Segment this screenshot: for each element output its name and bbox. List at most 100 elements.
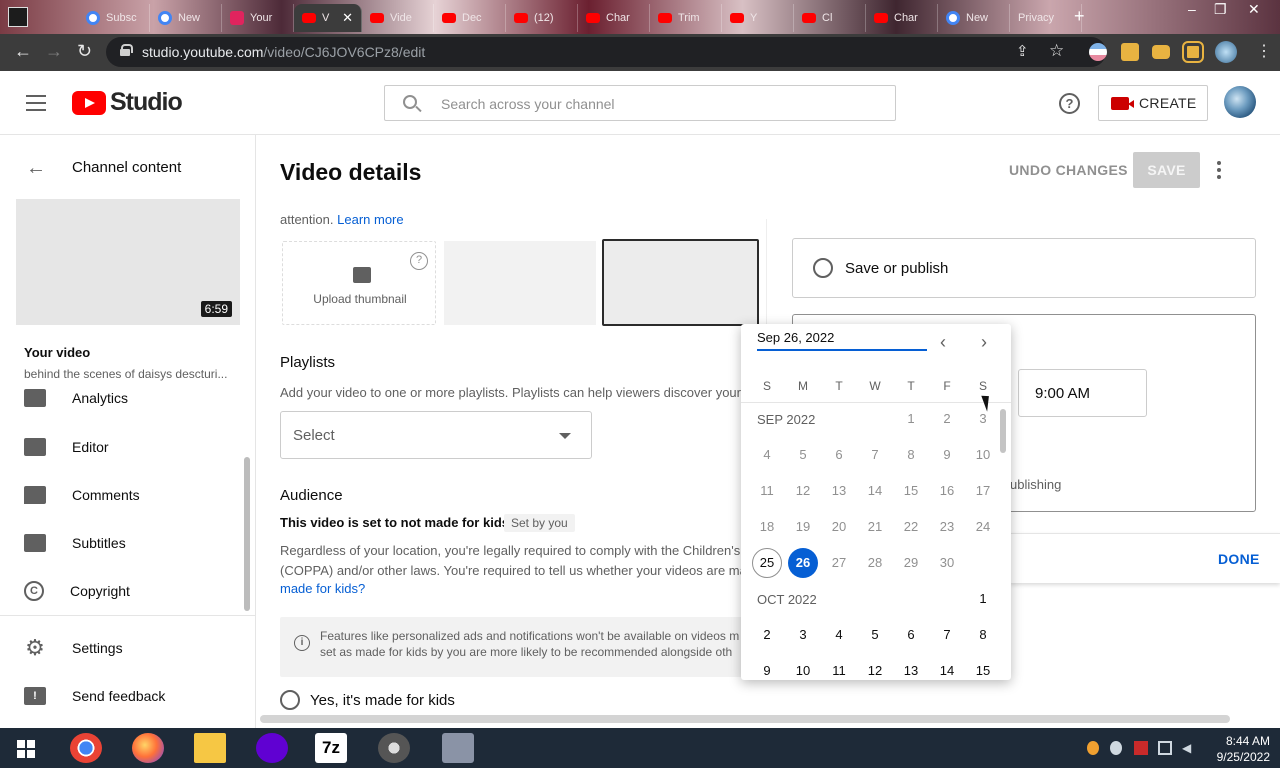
browser-tab[interactable]: Dec (434, 4, 506, 32)
chevron-right-icon[interactable]: › (981, 332, 987, 353)
time-select[interactable]: 9:00 AM (1018, 369, 1147, 417)
calendar-day[interactable]: 21 (860, 512, 890, 542)
extension-flag-icon[interactable] (1089, 43, 1107, 61)
browser-tab[interactable]: Subsc (78, 4, 150, 32)
made-for-kids-link[interactable]: made for kids? (280, 581, 365, 596)
calendar-day[interactable]: 8 (896, 440, 926, 470)
calendar-day[interactable]: 14 (932, 656, 962, 680)
browser-tab[interactable]: New (150, 4, 222, 32)
calendar-day[interactable]: 11 (824, 656, 854, 680)
browser-tab[interactable]: New (938, 4, 1010, 32)
file-explorer-icon[interactable] (194, 733, 226, 763)
menu-icon[interactable] (26, 95, 46, 111)
close-tab-icon[interactable]: ✕ (342, 10, 353, 26)
volume-icon[interactable]: ◀ (1182, 741, 1194, 755)
windows-start-icon[interactable] (17, 740, 35, 758)
calendar-day[interactable]: 7 (932, 620, 962, 650)
sidebar-item-subtitles[interactable]: Subtitles (24, 531, 244, 555)
calendar-day[interactable]: 6 (896, 620, 926, 650)
restore-icon[interactable]: ❐ (1214, 1, 1227, 18)
browser-tab[interactable]: (12) (506, 4, 578, 32)
close-window-icon[interactable]: ✕ (1248, 1, 1260, 18)
more-options-icon[interactable] (1217, 161, 1221, 179)
sidebar-item-feedback[interactable]: ! Send feedback (24, 684, 244, 708)
calendar-day[interactable]: 11 (752, 476, 782, 506)
calendar-day[interactable]: 25 (752, 548, 782, 578)
emoji-tray-icon[interactable] (1110, 741, 1122, 755)
search-input[interactable]: Search across your channel (384, 85, 896, 121)
calendar-day[interactable]: 29 (896, 548, 926, 578)
calendar-day[interactable]: 12 (788, 476, 818, 506)
film-reel-icon[interactable] (378, 733, 410, 763)
calendar-day[interactable]: 28 (860, 548, 890, 578)
sidebar-item-analytics[interactable]: Analytics (24, 389, 244, 407)
back-arrow-icon[interactable]: ← (26, 157, 46, 180)
bookmark-star-icon[interactable]: ☆ (1049, 41, 1064, 61)
thumbnail-option[interactable] (444, 241, 596, 325)
chevron-left-icon[interactable]: ‹ (940, 332, 946, 353)
studio-logo-text[interactable]: Studio (110, 88, 183, 117)
share-icon[interactable]: ⇪ (1016, 42, 1029, 60)
sidebar-item-copyright[interactable]: C Copyright (24, 579, 244, 603)
calendar-day[interactable]: 20 (824, 512, 854, 542)
calendar-day[interactable]: 15 (896, 476, 926, 506)
upload-thumbnail-button[interactable]: ? Upload thumbnail (282, 241, 436, 325)
browser-tab[interactable]: Cl (794, 4, 866, 32)
learn-more-link[interactable]: Learn more (337, 212, 403, 227)
radio-button[interactable] (280, 690, 300, 710)
browser-tab[interactable]: Your (222, 4, 294, 32)
sidebar-item-comments[interactable]: Comments (24, 483, 244, 507)
calendar-day[interactable]: 30 (932, 548, 962, 578)
browser-tab[interactable]: Trim (650, 4, 722, 32)
calendar-day[interactable]: 10 (968, 440, 998, 470)
firefox-icon[interactable] (132, 733, 164, 763)
calendar-day[interactable]: 2 (932, 404, 962, 434)
radio-button[interactable] (813, 258, 833, 278)
calendar-day[interactable]: 9 (752, 656, 782, 680)
avatar[interactable] (1224, 86, 1256, 118)
new-tab-button[interactable]: + (1074, 6, 1085, 27)
calendar-day[interactable]: 1 (968, 584, 998, 614)
search-tray-icon[interactable] (1087, 741, 1099, 755)
calendar-day[interactable]: 23 (932, 512, 962, 542)
calendar-day[interactable]: 16 (932, 476, 962, 506)
calendar-day[interactable]: 13 (896, 656, 926, 680)
reading-list-icon[interactable] (1152, 45, 1170, 59)
yahoo-messenger-icon[interactable] (256, 733, 288, 763)
app-menu-icon[interactable] (8, 7, 28, 27)
calendar-day[interactable]: 4 (824, 620, 854, 650)
reload-icon[interactable]: ↻ (77, 41, 92, 62)
url-text[interactable]: studio.youtube.com/video/CJ6JOV6CPz8/edi… (142, 44, 425, 60)
calendar-day[interactable]: 10 (788, 656, 818, 680)
chrome-icon[interactable] (70, 733, 102, 763)
calendar-day[interactable]: 7 (860, 440, 890, 470)
flag-tray-icon[interactable] (1134, 741, 1148, 755)
sidebar-item-editor[interactable]: Editor (24, 435, 244, 459)
calendar-day[interactable]: 24 (968, 512, 998, 542)
browser-tab[interactable]: Char (578, 4, 650, 32)
calendar-day[interactable]: 15 (968, 656, 998, 680)
browser-tab[interactable]: Privacy (1010, 4, 1082, 32)
save-or-publish-option[interactable]: Save or publish (792, 238, 1256, 298)
chrome-menu-icon[interactable]: ⋮ (1256, 41, 1272, 61)
save-button[interactable]: SAVE (1133, 152, 1200, 188)
create-button[interactable]: CREATE (1098, 85, 1208, 121)
side-panel-icon[interactable] (1182, 41, 1204, 63)
help-circle-icon[interactable]: ? (410, 252, 428, 270)
lock-icon[interactable] (120, 44, 133, 56)
date-picker-scrollbar[interactable] (1000, 409, 1006, 453)
youtube-logo-icon[interactable] (72, 91, 106, 115)
calendar-day[interactable]: 27 (824, 548, 854, 578)
7zip-icon[interactable]: 7z (315, 733, 347, 763)
minimize-icon[interactable]: – (1188, 1, 1196, 17)
done-button[interactable]: DONE (1218, 551, 1260, 567)
made-for-kids-radio[interactable]: Yes, it's made for kids (280, 690, 455, 710)
browser-tab[interactable]: Char (866, 4, 938, 32)
forward-icon[interactable]: → (45, 41, 63, 62)
thumbnail-option-selected[interactable] (602, 239, 759, 326)
calendar-day[interactable]: 12 (860, 656, 890, 680)
playlist-select[interactable]: Select (280, 411, 592, 459)
calendar-day[interactable]: 1 (896, 404, 926, 434)
date-input[interactable]: Sep 26, 2022 (757, 330, 927, 351)
channel-content-link[interactable]: Channel content (72, 159, 181, 176)
